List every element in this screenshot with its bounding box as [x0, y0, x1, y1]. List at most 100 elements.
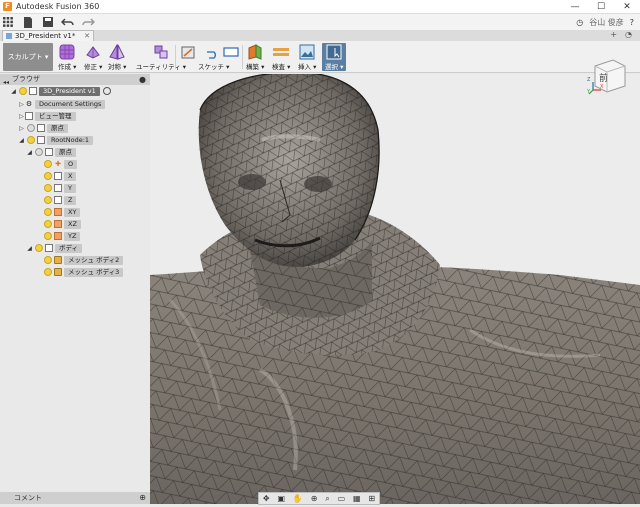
select-tool[interactable]: 選択 ▾ [322, 43, 347, 71]
tree-item-named-views[interactable]: ▷ ビュー管理 [18, 111, 76, 121]
pin-icon[interactable]: ● [139, 74, 146, 85]
file-icon[interactable] [20, 15, 36, 29]
tree-item-z[interactable]: Z [42, 195, 77, 205]
visibility-bulb-icon[interactable] [35, 148, 43, 156]
tree-item-y[interactable]: Y [42, 183, 76, 193]
expand-arrow-icon[interactable]: ▷ [18, 113, 25, 120]
comments-panel[interactable]: コメント ⊕ [0, 492, 150, 504]
minimize-button[interactable]: — [562, 0, 588, 14]
3d-viewport[interactable] [150, 74, 640, 504]
view-cube-y-label: Y [587, 89, 591, 95]
visibility-bulb-icon[interactable] [44, 268, 52, 276]
visibility-bulb-icon[interactable] [44, 172, 52, 180]
new-tab-icon[interactable]: + [610, 30, 617, 39]
document-tab[interactable]: 3D_President v1* ✕ [2, 30, 94, 41]
ribbon-separator [175, 45, 176, 69]
utilities-tool[interactable]: ユーティリティ ▾ [136, 43, 186, 71]
visibility-bulb-icon[interactable] [44, 256, 52, 264]
modify-tool[interactable]: 修正 ▾ [84, 43, 102, 71]
create-tool[interactable]: 作成 ▾ [58, 43, 76, 71]
activate-radio-icon[interactable] [102, 87, 111, 95]
plane-icon [54, 232, 62, 240]
workspace-switcher[interactable]: スカルプト ▾ [3, 43, 53, 71]
add-comment-icon[interactable]: ⊕ [139, 492, 146, 504]
tree-item-origin[interactable]: ◢ 原点 [26, 147, 76, 157]
construct-tool-label: 構築 ▾ [246, 63, 265, 71]
grid-icon[interactable] [0, 15, 16, 29]
tree-item-xz[interactable]: XZ [42, 219, 81, 229]
expand-arrow-icon[interactable]: ▷ [18, 125, 25, 132]
view-cube-x-label: X [600, 84, 604, 90]
visibility-bulb-icon[interactable] [44, 184, 52, 192]
viewports-icon[interactable]: ⊞ [368, 494, 375, 503]
display-settings-icon[interactable]: ▭ [338, 494, 346, 503]
origin-point-icon: ✚ [55, 160, 61, 168]
visibility-bulb-icon[interactable] [35, 244, 43, 252]
notifications-icon[interactable]: ◔ [625, 30, 632, 39]
save-icon[interactable] [40, 15, 56, 29]
close-button[interactable]: ✕ [614, 0, 640, 14]
visibility-bulb-icon[interactable] [44, 160, 52, 168]
inspect-tool[interactable]: 検査 ▾ [272, 43, 290, 71]
insert-tool[interactable]: 挿入 ▾ [298, 43, 316, 71]
look-at-icon[interactable]: ▣ [277, 494, 285, 503]
expand-arrow-icon[interactable]: ▷ [18, 101, 25, 108]
ribbon-separator [242, 45, 243, 69]
visibility-bulb-icon[interactable] [44, 232, 52, 240]
fusion-logo-icon: F [3, 2, 12, 11]
tree-item-mesh-body-2[interactable]: メッシュ ボディ2 [42, 255, 124, 265]
sketch-create-tool[interactable] [180, 43, 198, 71]
maximize-button[interactable]: ☐ [588, 0, 614, 14]
document-tab-bar: 3D_President v1* ✕ + ◔ [0, 30, 640, 41]
tree-item-x[interactable]: X [42, 171, 77, 181]
fit-icon[interactable]: ⌕ [325, 494, 329, 504]
visibility-bulb-icon[interactable] [44, 208, 52, 216]
visibility-bulb-icon[interactable] [44, 220, 52, 228]
sketch-line-icon [205, 43, 223, 60]
axis-icon [54, 172, 62, 180]
zoom-icon[interactable]: ⊕ [311, 494, 318, 503]
sketch-rect-tool[interactable] [222, 43, 240, 71]
browser-title: ブラウザ [12, 75, 40, 83]
collapse-arrow-icon[interactable]: ◢ [18, 137, 25, 144]
tree-item-bodies[interactable]: ◢ ボディ [26, 243, 83, 253]
grid-settings-icon[interactable]: ▦ [353, 494, 361, 503]
visibility-bulb-icon[interactable] [27, 136, 35, 144]
select-tool-label: 選択 ▾ [325, 63, 344, 71]
tree-item-document-settings[interactable]: ▷ ⚙ Document Settings [18, 99, 106, 109]
tree-label: メッシュ ボディ2 [64, 255, 124, 265]
tree-item-yz[interactable]: YZ [42, 231, 81, 241]
tree-item-root[interactable]: ◢ 3D_President v1 [10, 86, 111, 96]
tree-label: YZ [64, 231, 81, 241]
component-icon [29, 87, 37, 95]
collapse-arrows-icon[interactable]: ◂◂ [3, 77, 9, 88]
browser-panel-header[interactable]: ◂◂ ブラウザ ● [0, 74, 150, 88]
close-tab-icon[interactable]: ✕ [84, 31, 90, 41]
collapse-arrow-icon[interactable]: ◢ [10, 88, 17, 95]
visibility-bulb-icon[interactable] [19, 87, 27, 95]
collapse-arrow-icon[interactable]: ◢ [26, 149, 33, 156]
tree-item-o[interactable]: ✚ O [42, 159, 78, 169]
tree-item-xy[interactable]: XY [42, 207, 81, 217]
pan-icon[interactable]: ✋ [293, 494, 303, 503]
insert-tool-label: 挿入 ▾ [298, 63, 317, 71]
tree-root-label: 3D_President v1 [39, 86, 100, 96]
symmetry-tool[interactable]: 対称 ▾ [108, 43, 126, 71]
clock-icon[interactable]: ◷ [576, 18, 583, 27]
orbit-icon[interactable]: ✥ [263, 494, 270, 503]
visibility-bulb-icon[interactable] [27, 124, 35, 132]
tree-item-rootnode[interactable]: ◢ RootNode:1 [18, 135, 94, 145]
redo-icon[interactable] [80, 15, 96, 29]
tree-label: 原点 [55, 147, 76, 157]
tree-label: ビュー管理 [35, 111, 76, 121]
visibility-bulb-icon[interactable] [44, 196, 52, 204]
tree-item-mesh-body-3[interactable]: メッシュ ボディ3 [42, 267, 124, 277]
view-cube[interactable]: 前 X Y Z [587, 56, 631, 96]
create-tool-label: 作成 ▾ [58, 63, 77, 71]
user-menu[interactable]: 谷山 俊彦 [589, 17, 624, 28]
construct-tool[interactable]: 構築 ▾ [246, 43, 264, 71]
collapse-arrow-icon[interactable]: ◢ [26, 245, 33, 252]
tree-item-origin-top[interactable]: ▷ 原点 [18, 123, 68, 133]
undo-icon[interactable] [60, 15, 76, 29]
help-button[interactable]: ? [630, 18, 634, 27]
